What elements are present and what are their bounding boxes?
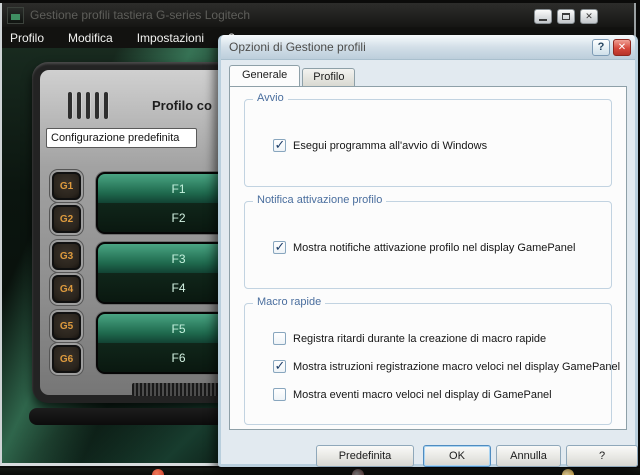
predefinita-button[interactable]: Predefinita [316, 445, 414, 467]
annulla-button[interactable]: Annulla [496, 445, 561, 467]
dialog-help-button[interactable]: ? [592, 39, 610, 56]
checkbox-esegui-avvio[interactable] [273, 139, 286, 152]
vent-slot [104, 92, 108, 119]
checkbox-row: Mostra istruzioni registrazione macro ve… [273, 360, 620, 373]
dialog-help-footer-button[interactable]: ? [566, 445, 638, 467]
checkbox-registra-ritardi[interactable] [273, 332, 286, 345]
gkey-g4[interactable]: G4 [52, 275, 81, 303]
checkbox-row: Esegui programma all'avvio di Windows [273, 139, 487, 152]
checkbox-row: Mostra eventi macro veloci nel display d… [273, 388, 552, 401]
gkey-g2[interactable]: G2 [52, 205, 81, 233]
group-notifica: Notifica attivazione profilo Mostra noti… [244, 201, 612, 289]
checkbox-label: Esegui programma all'avvio di Windows [293, 140, 487, 152]
tab-page-generale: Avvio Esegui programma all'avvio di Wind… [229, 86, 627, 430]
checkbox-notifiche-gamepanel[interactable] [273, 241, 286, 254]
restore-button[interactable] [557, 9, 575, 24]
dialog-title: Opzioni di Gestione profili [229, 40, 366, 54]
group-avvio: Avvio Esegui programma all'avvio di Wind… [244, 99, 612, 187]
vent-slot [95, 92, 99, 119]
taskbar-yellow-app-icon[interactable] [562, 469, 574, 475]
menu-profilo[interactable]: Profilo [10, 31, 54, 45]
checkbox-label: Mostra eventi macro veloci nel display d… [293, 389, 552, 401]
vent-slot [77, 92, 81, 119]
help-icon: ? [598, 41, 605, 53]
taskbar-red-app-icon[interactable] [152, 469, 164, 475]
dialog-close-button[interactable]: ✕ [613, 39, 631, 56]
group-macro-rapide: Macro rapide Registra ritardi durante la… [244, 303, 612, 425]
menu-impostazioni[interactable]: Impostazioni [137, 31, 214, 45]
close-button[interactable]: ✕ [580, 9, 598, 24]
menu-modifica[interactable]: Modifica [68, 31, 123, 45]
taskbar[interactable] [0, 468, 640, 475]
dialog-tab-strip: Generale Profilo [229, 65, 355, 86]
main-caption-buttons: ✕ [534, 9, 598, 24]
dialog-titlebar[interactable]: Opzioni di Gestione profili ? ✕ [221, 35, 635, 60]
tab-generale[interactable]: Generale [229, 65, 300, 86]
tab-profilo[interactable]: Profilo [302, 68, 355, 86]
group-avvio-title: Avvio [253, 92, 288, 104]
checkbox-row: Mostra notifiche attivazione profilo nel… [273, 241, 575, 254]
app-icon [7, 7, 24, 24]
close-icon: ✕ [585, 11, 593, 22]
minimize-button[interactable] [534, 9, 552, 24]
dialog-caption-buttons: ? ✕ [592, 39, 631, 56]
close-icon: ✕ [618, 42, 626, 53]
minimize-icon [539, 19, 547, 21]
checkbox-label: Registra ritardi durante la creazione di… [293, 333, 546, 345]
profile-name-field[interactable]: Configurazione predefinita [46, 128, 197, 148]
checkbox-row: Registra ritardi durante la creazione di… [273, 332, 546, 345]
main-window-title: Gestione profili tastiera G-series Logit… [30, 8, 250, 22]
gkey-g5[interactable]: G5 [52, 312, 81, 340]
group-notifica-title: Notifica attivazione profilo [253, 194, 386, 206]
vent-slots [68, 92, 108, 119]
checkbox-label: Mostra notifiche attivazione profilo nel… [293, 242, 575, 254]
gkey-g6[interactable]: G6 [52, 345, 81, 373]
panel-header-label: Profilo co [152, 98, 212, 113]
gkey-g1[interactable]: G1 [52, 172, 81, 200]
options-dialog: Opzioni di Gestione profili ? ✕ Generale… [218, 35, 638, 467]
vent-slot [68, 92, 72, 119]
checkbox-istruzioni-macro[interactable] [273, 360, 286, 373]
taskbar-dark-app-icon[interactable] [352, 469, 364, 475]
group-macro-title: Macro rapide [253, 296, 325, 308]
ok-button[interactable]: OK [423, 445, 491, 467]
gkey-g3[interactable]: G3 [52, 242, 81, 270]
screen: Gestione profili tastiera G-series Logit… [0, 0, 640, 475]
checkbox-label: Mostra istruzioni registrazione macro ve… [293, 361, 620, 373]
vent-slot [86, 92, 90, 119]
checkbox-eventi-macro[interactable] [273, 388, 286, 401]
restore-icon [562, 13, 570, 20]
